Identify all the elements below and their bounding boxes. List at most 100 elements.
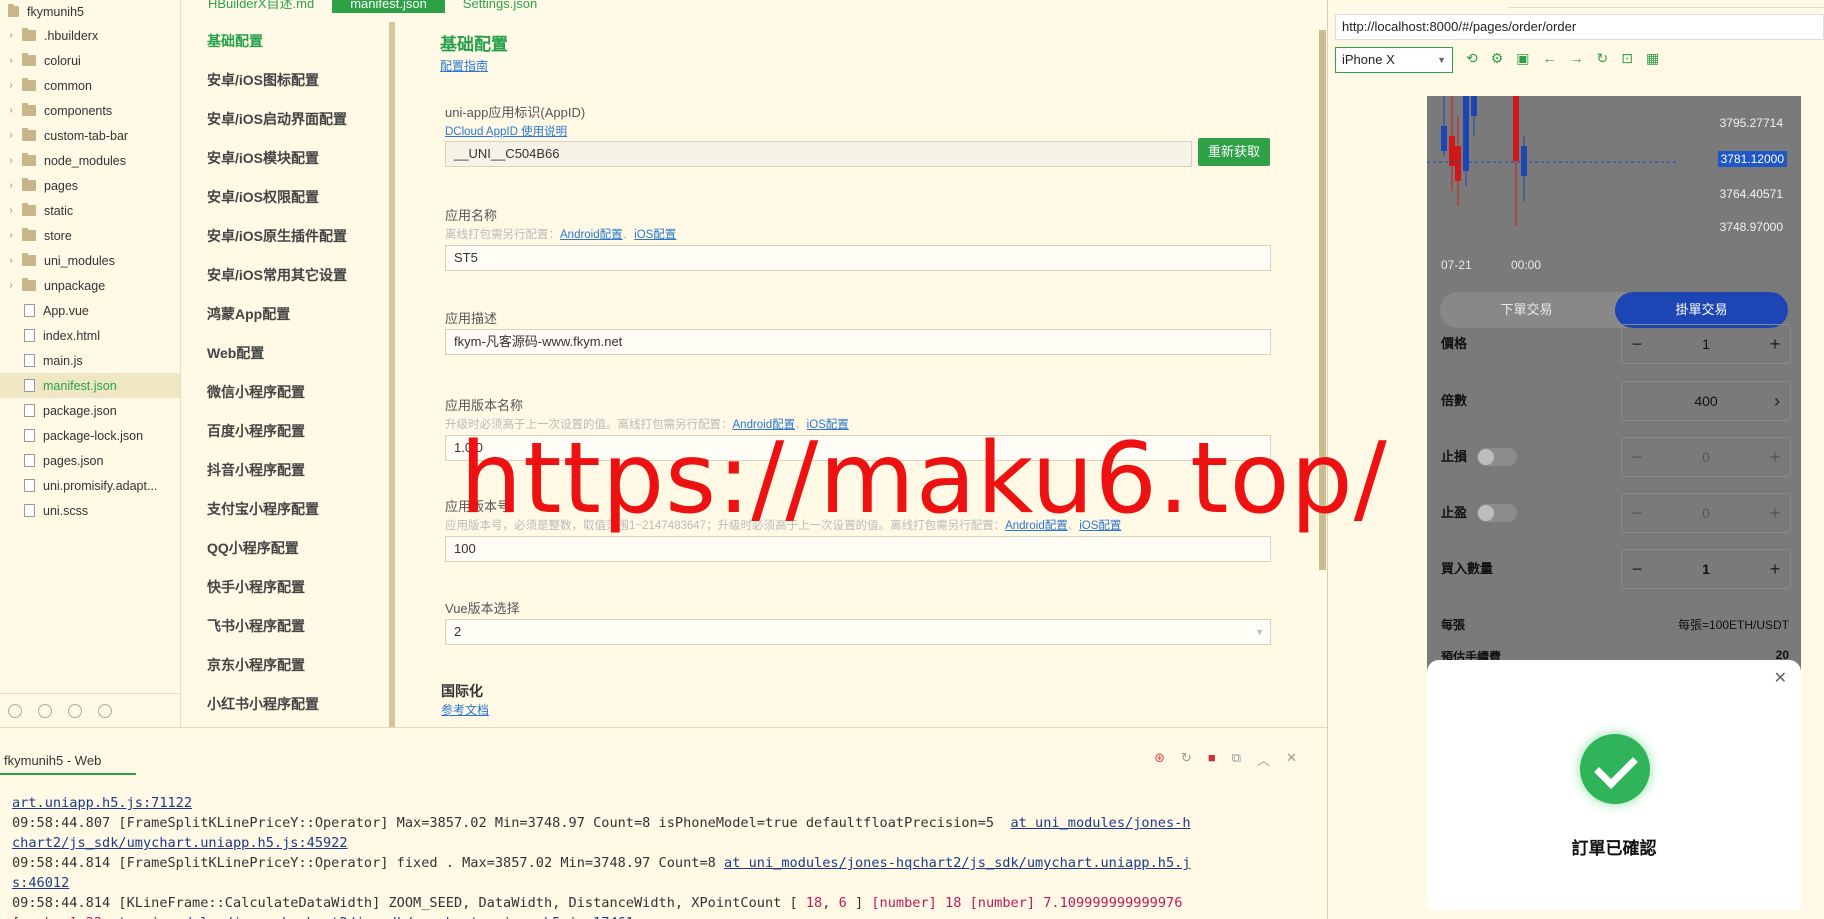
appid-help-link[interactable]: DCloud AppID 使用说明 [445, 123, 1271, 139]
tree-folder[interactable]: › unpackage [0, 273, 180, 298]
chevron-up-icon[interactable]: ︿ [1257, 750, 1270, 769]
config-nav-item[interactable]: 安卓/iOS权限配置 [181, 178, 389, 217]
i18n-doc-link[interactable]: 参考文档 [441, 701, 489, 718]
reload-icon[interactable]: ↻ [1597, 50, 1609, 67]
tree-file[interactable]: pages.json [0, 448, 180, 473]
tree-folder[interactable]: › components [0, 98, 180, 123]
tree-file[interactable]: package-lock.json [0, 423, 180, 448]
console-source-link[interactable]: at uni_modules/jones-hqchart2/js_sdk/umy… [110, 915, 634, 919]
tree-folder[interactable]: › pages [0, 173, 180, 198]
tree-file[interactable]: index.html [0, 323, 180, 348]
config-nav-item[interactable]: 微信小程序配置 [181, 373, 389, 412]
minus-icon[interactable]: − [1622, 494, 1652, 532]
tree-folder[interactable]: › common [0, 73, 180, 98]
config-nav-item[interactable]: 安卓/iOS启动界面配置 [181, 100, 389, 139]
stop-icon[interactable]: ■ [1208, 750, 1216, 769]
plus-icon[interactable]: + [1760, 325, 1790, 363]
lock-icon[interactable]: ⊡ [1621, 50, 1633, 67]
forward-icon[interactable]: → [1570, 50, 1584, 67]
tree-folder[interactable]: › custom-tab-bar [0, 123, 180, 148]
plugin-icon[interactable] [98, 703, 112, 718]
config-nav-item[interactable]: 飞书小程序配置 [181, 607, 389, 646]
bug-icon[interactable] [8, 703, 22, 718]
search-icon[interactable] [68, 703, 82, 718]
config-nav-item[interactable]: 安卓/iOS常用其它设置 [181, 256, 389, 295]
bug-icon[interactable]: ⊛ [1154, 750, 1165, 769]
config-nav-item[interactable]: 小红书小程序配置 [181, 685, 389, 724]
leverage-select[interactable]: 400 › [1621, 381, 1791, 421]
app-desc-input[interactable]: fkym-凡客源码-www.fkym.net [445, 329, 1271, 355]
debug-icon[interactable] [38, 703, 52, 718]
open-icon[interactable]: ⧉ [1232, 750, 1241, 769]
stop-loss-stepper[interactable]: −0 + [1621, 437, 1791, 477]
stop-loss-value[interactable]: 0 [1652, 438, 1760, 476]
tree-folder[interactable]: › node_modules [0, 148, 180, 173]
tree-folder[interactable]: › store [0, 223, 180, 248]
tab-settings[interactable]: Settings.json [445, 0, 555, 13]
tree-file[interactable]: manifest.json [0, 373, 180, 398]
kline-chart[interactable]: 3795.27714 3781.12000 3764.40571 3748.97… [1427, 96, 1801, 276]
regenerate-button[interactable]: 重新获取 [1198, 138, 1270, 166]
guide-link[interactable]: 配置指南 [440, 57, 488, 74]
console-source-link[interactable]: chart2/js_sdk/umychart.uniapp.h5.js:4592… [12, 835, 348, 851]
app-name-input[interactable]: ST5 [445, 245, 1271, 271]
tree-folder[interactable]: › static [0, 198, 180, 223]
console-source-link[interactable]: at uni_modules/jones-hqchart2/js_sdk/umy… [724, 855, 1191, 871]
project-root[interactable]: fkymunih5 [0, 0, 180, 23]
settings-icon[interactable]: ⚙ [1491, 50, 1504, 67]
config-nav-item[interactable]: 京东小程序配置 [181, 646, 389, 685]
plus-icon[interactable]: + [1760, 550, 1790, 588]
stop-loss-toggle[interactable] [1477, 448, 1517, 466]
tree-folder[interactable]: › colorui [0, 48, 180, 73]
back-icon[interactable]: ← [1543, 50, 1557, 67]
url-bar[interactable]: http://localhost:8000/#/pages/order/orde… [1335, 14, 1824, 40]
tab-readme[interactable]: HBuilderX自述.md [190, 0, 332, 13]
qrcode-icon[interactable]: ▦ [1646, 50, 1659, 67]
tree-folder[interactable]: › uni_modules [0, 248, 180, 273]
price-value[interactable]: 1 [1652, 325, 1760, 363]
version-code-input[interactable]: 100 [445, 536, 1271, 562]
quantity-value[interactable]: 1 [1652, 550, 1760, 588]
take-profit-value[interactable]: 0 [1652, 494, 1760, 532]
tree-file[interactable]: uni.promisify.adapt... [0, 473, 180, 498]
refresh-icon[interactable]: ↻ [1181, 750, 1192, 769]
tree-folder[interactable]: › .hbuilderx [0, 23, 180, 48]
tree-file[interactable]: uni.scss [0, 498, 180, 523]
config-nav-item[interactable]: 百度小程序配置 [181, 412, 389, 451]
config-nav-item[interactable]: QQ小程序配置 [181, 529, 389, 568]
console-source-link[interactable]: at uni_modules/jones-h [1010, 815, 1190, 831]
config-nav-item[interactable]: Web配置 [181, 334, 389, 373]
price-stepper[interactable]: −1 + [1621, 324, 1791, 364]
config-nav-item[interactable]: 基础配置 [181, 22, 389, 61]
minus-icon[interactable]: − [1622, 438, 1652, 476]
config-nav-item[interactable]: 抖音小程序配置 [181, 451, 389, 490]
config-nav-item[interactable]: 鸿蒙App配置 [181, 295, 389, 334]
vue-version-select[interactable]: 2 ▼ [445, 619, 1271, 645]
config-nav-item[interactable]: 快手小程序配置 [181, 568, 389, 607]
rotate-icon[interactable]: ⟲ [1466, 50, 1478, 67]
tree-file[interactable]: App.vue [0, 298, 180, 323]
minus-icon[interactable]: − [1622, 550, 1652, 588]
minus-icon[interactable]: − [1622, 325, 1652, 363]
plus-icon[interactable]: + [1760, 494, 1790, 532]
quantity-stepper[interactable]: −1 + [1621, 549, 1791, 589]
close-icon[interactable]: ✕ [1774, 668, 1787, 688]
appid-input[interactable]: __UNI__C504B66 [445, 141, 1192, 167]
tab-manifest[interactable]: manifest.json [332, 0, 445, 13]
console-source-link[interactable]: art.uniapp.h5.js:71122 [12, 795, 192, 811]
config-nav-item[interactable]: 安卓/iOS原生插件配置 [181, 217, 389, 256]
take-profit-stepper[interactable]: −0 + [1621, 493, 1791, 533]
android-config-link[interactable]: Android配置 [560, 229, 623, 241]
console-source-link[interactable]: s:46012 [12, 875, 69, 891]
config-nav-item[interactable]: 安卓/iOS模块配置 [181, 139, 389, 178]
config-nav-item[interactable]: 安卓/iOS图标配置 [181, 61, 389, 100]
console-icon[interactable]: ▣ [1516, 50, 1529, 67]
config-nav-item[interactable]: 支付宝小程序配置 [181, 490, 389, 529]
clear-icon[interactable]: ✕ [1286, 750, 1297, 769]
tree-file[interactable]: main.js [0, 348, 180, 373]
take-profit-toggle[interactable] [1477, 504, 1517, 522]
ios-config-link[interactable]: iOS配置 [634, 229, 676, 241]
device-select[interactable]: iPhone X ▼ [1335, 47, 1453, 73]
tree-file[interactable]: package.json [0, 398, 180, 423]
console-tab[interactable]: fkymunih5 - Web [4, 753, 101, 768]
